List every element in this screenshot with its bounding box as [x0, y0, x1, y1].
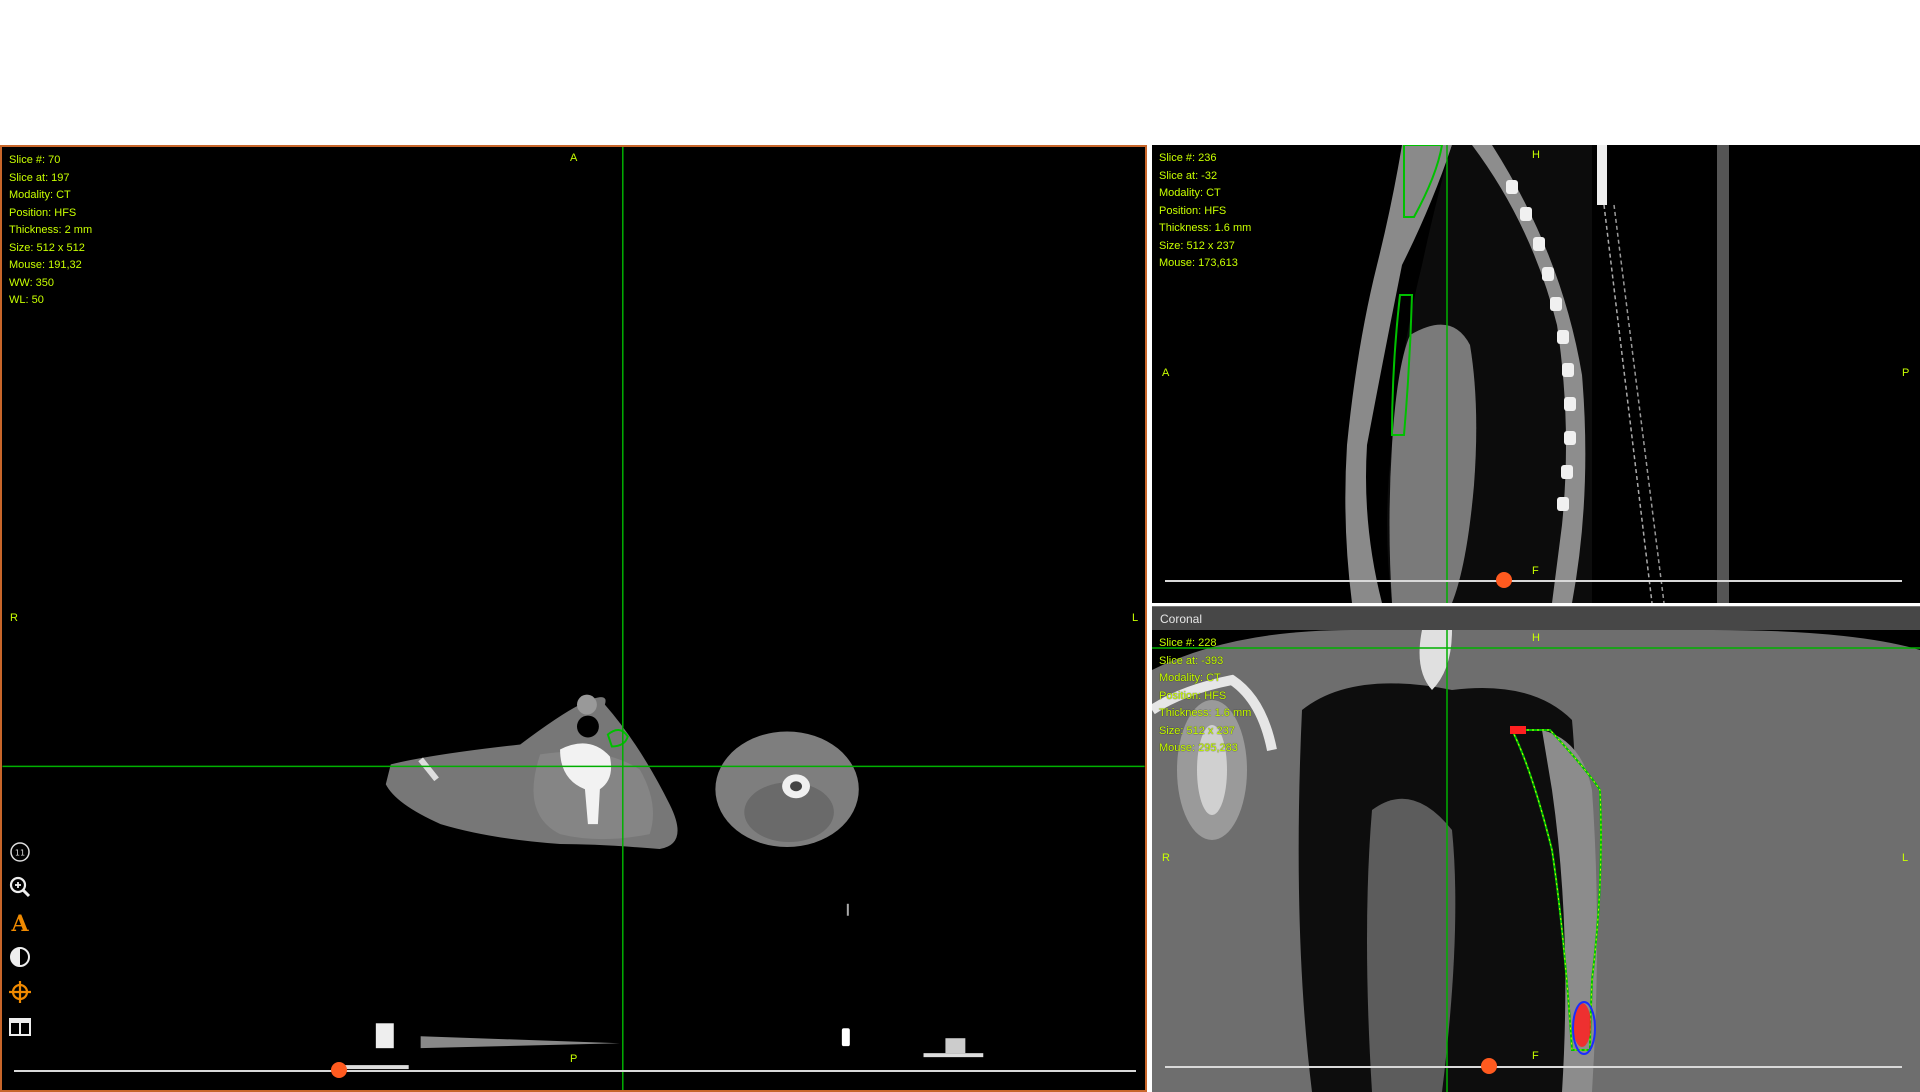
- sagittal-orient-left: A: [1162, 367, 1170, 379]
- axial-info-mouse: Mouse: 191,32: [9, 259, 82, 271]
- sagittal-info-overlay: Slice #: 236 Slice at: -32 Modality: CT …: [1159, 150, 1251, 273]
- axial-slice-slider[interactable]: [14, 1070, 1136, 1072]
- coronal-orient-right: L: [1902, 852, 1909, 864]
- zoom-icon[interactable]: [8, 875, 32, 899]
- sagittal-orient-bottom: F: [1532, 565, 1539, 577]
- sagittal-viewer[interactable]: Slice #: 236 Slice at: -32 Modality: CT …: [1152, 145, 1920, 603]
- crosshair-icon[interactable]: [8, 980, 32, 1004]
- axial-info-position: Position: HFS: [9, 206, 77, 219]
- coronal-viewer[interactable]: Slice #: 228 Slice at: -393 Modality: CT…: [1152, 630, 1920, 1092]
- sagittal-info-thickness: Thickness: 1.6 mm: [1159, 222, 1252, 234]
- axial-info-ww: WW: 350: [9, 276, 55, 289]
- sagittal-info-size: Size: 512 x 237: [1159, 239, 1235, 252]
- coronal-slice-slider[interactable]: [1165, 1066, 1902, 1068]
- axial-info-wl: WL: 50: [9, 294, 44, 306]
- annotation-icon[interactable]: A: [8, 910, 32, 934]
- sagittal-orient-top: H: [1532, 149, 1540, 161]
- coronal-ct-image: [1152, 630, 1920, 1092]
- slice-number-icon[interactable]: 11: [8, 840, 32, 864]
- coronal-orient-bottom: F: [1532, 1050, 1539, 1062]
- coronal-info-slice: Slice #: 228: [1159, 637, 1217, 649]
- axial-info-size: Size: 512 x 512: [9, 241, 85, 254]
- coronal-info-mouse: Mouse: 295,283: [1159, 742, 1238, 754]
- sagittal-ct-image: [1345, 145, 1729, 603]
- axial-ct-image: [2, 147, 1145, 1090]
- sagittal-info-mouse: Mouse: 173,613: [1159, 257, 1238, 269]
- coronal-info-modality: Modality: CT: [1159, 672, 1221, 684]
- sagittal-info-slice-at: Slice at: -32: [1159, 169, 1218, 182]
- axial-orient-left: R: [10, 612, 18, 624]
- axial-orient-bottom: P: [570, 1053, 578, 1065]
- toolbar: 11 A: [8, 840, 34, 1050]
- sagittal-slice-slider[interactable]: [1165, 580, 1902, 582]
- coronal-info-thickness: Thickness: 1.6 mm: [1159, 707, 1252, 719]
- svg-text:A: A: [10, 911, 29, 934]
- coronal-panel-title: Coronal: [1152, 606, 1920, 630]
- sagittal-orient-right: P: [1902, 367, 1910, 379]
- axial-info-slice-at: Slice at: 197: [9, 171, 70, 184]
- axial-viewer[interactable]: Slice #: 70 Slice at: 197 Modality: CT P…: [0, 145, 1147, 1092]
- coronal-info-slice-at: Slice at: -393: [1159, 654, 1224, 667]
- sagittal-info-position: Position: HFS: [1159, 204, 1227, 217]
- coronal-orient-top: H: [1532, 632, 1540, 644]
- coronal-info-position: Position: HFS: [1159, 689, 1227, 702]
- sagittal-slider-knob[interactable]: [1496, 572, 1513, 588]
- axial-info-modality: Modality: CT: [9, 189, 71, 201]
- coronal-orient-left: R: [1162, 852, 1170, 864]
- sagittal-info-modality: Modality: CT: [1159, 187, 1221, 199]
- window-level-icon[interactable]: [8, 945, 32, 969]
- svg-text:11: 11: [15, 849, 25, 858]
- axial-orient-top: A: [570, 152, 578, 164]
- coronal-info-overlay: Slice #: 228 Slice at: -393 Modality: CT…: [1159, 635, 1251, 758]
- layout-icon[interactable]: [8, 1015, 32, 1039]
- axial-info-slice: Slice #: 70: [9, 154, 61, 166]
- coronal-info-size: Size: 512 x 237: [1159, 724, 1235, 737]
- axial-info-overlay: Slice #: 70 Slice at: 197 Modality: CT P…: [9, 152, 92, 310]
- coronal-panel: Coronal Slice #: 228 Slice at: -393 Moda…: [1152, 606, 1920, 1092]
- axial-info-thickness: Thickness: 2 mm: [9, 224, 93, 236]
- sagittal-info-slice: Slice #: 236: [1159, 152, 1217, 164]
- axial-orient-right: L: [1132, 612, 1139, 624]
